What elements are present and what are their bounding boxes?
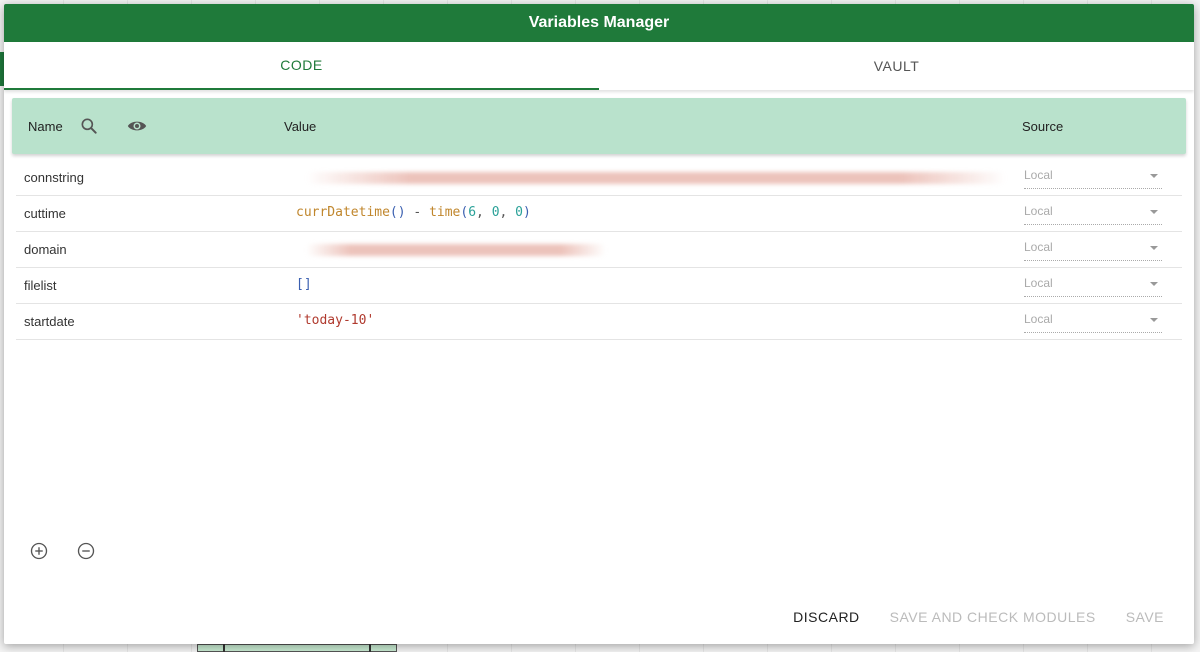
variables-table: Name Value Source connstring Local cutti… [12,98,1186,340]
background-block-inner [223,644,371,652]
variable-value[interactable]: currDatetime() - time(6, 0, 0) [296,205,531,220]
variable-value[interactable]: 'today-10' [296,313,374,328]
dialog-actions: DISCARD SAVE AND CHECK MODULES SAVE [793,604,1194,630]
table-row[interactable]: cuttime currDatetime() - time(6, 0, 0) L… [16,196,1182,232]
table-row[interactable]: connstring Local [16,160,1182,196]
redacted-value [306,172,1006,184]
variable-name: filelist [24,278,57,293]
source-select[interactable]: Local [1024,274,1162,297]
variable-name: domain [24,242,67,257]
redacted-value [306,244,606,256]
source-value: Local [1024,204,1053,218]
tab-bar: CODE VAULT [4,42,1194,90]
source-value: Local [1024,276,1053,290]
source-select[interactable]: Local [1024,202,1162,225]
variable-value[interactable]: [] [296,277,312,292]
dropdown-caret-icon [1150,282,1158,286]
dropdown-caret-icon [1150,174,1158,178]
variables-manager-dialog: Variables Manager CODE VAULT Name Value … [4,4,1194,644]
dropdown-caret-icon [1150,246,1158,250]
table-row[interactable]: domain Local [16,232,1182,268]
table-row[interactable]: startdate 'today-10' Local [16,304,1182,340]
tab-code[interactable]: CODE [4,42,599,90]
source-select[interactable]: Local [1024,310,1162,333]
dropdown-caret-icon [1150,318,1158,322]
dialog-title: Variables Manager [4,4,1194,42]
variable-name: cuttime [24,206,66,221]
table-row[interactable]: filelist [] Local [16,268,1182,304]
source-select[interactable]: Local [1024,166,1162,189]
tab-vault[interactable]: VAULT [599,42,1194,90]
save-and-check-modules-button[interactable]: SAVE AND CHECK MODULES [890,609,1096,625]
discard-button[interactable]: DISCARD [793,609,860,625]
variable-name: connstring [24,170,84,185]
eye-icon[interactable] [126,116,148,136]
remove-circle-icon[interactable] [77,542,95,560]
header-value: Value [284,118,317,134]
search-icon[interactable] [79,116,99,136]
save-button[interactable]: SAVE [1126,609,1164,625]
dropdown-caret-icon [1150,210,1158,214]
add-circle-icon[interactable] [30,542,48,560]
header-name: Name [28,118,63,134]
header-source: Source [1022,118,1064,134]
table-header: Name Value Source [12,98,1186,154]
variable-name: startdate [24,314,75,329]
source-value: Local [1024,168,1053,182]
source-value: Local [1024,312,1053,326]
source-select[interactable]: Local [1024,238,1162,261]
source-value: Local [1024,240,1053,254]
